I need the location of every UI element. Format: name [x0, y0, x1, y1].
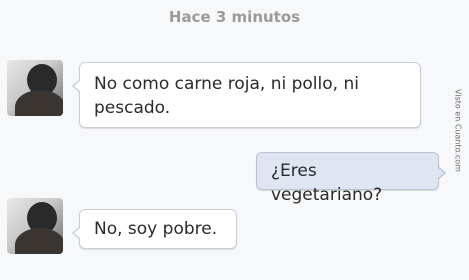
chat-timestamp: Hace 3 minutos: [168, 8, 301, 26]
received-message-bubble: No, soy pobre.: [72, 209, 237, 249]
chat-window: Hace 3 minutos No como carne roja, ni po…: [0, 0, 469, 280]
avatar-body-shape: [15, 228, 63, 254]
sent-message-bubble: ¿Eres vegetariano?: [256, 152, 446, 205]
received-message-bubble: No como carne roja, ni pollo, ni pescado…: [72, 62, 421, 128]
avatar-body-shape: [15, 90, 63, 116]
avatar[interactable]: [7, 60, 63, 116]
avatar[interactable]: [7, 198, 63, 254]
watermark: Visto en Cuanto.com: [453, 89, 463, 172]
